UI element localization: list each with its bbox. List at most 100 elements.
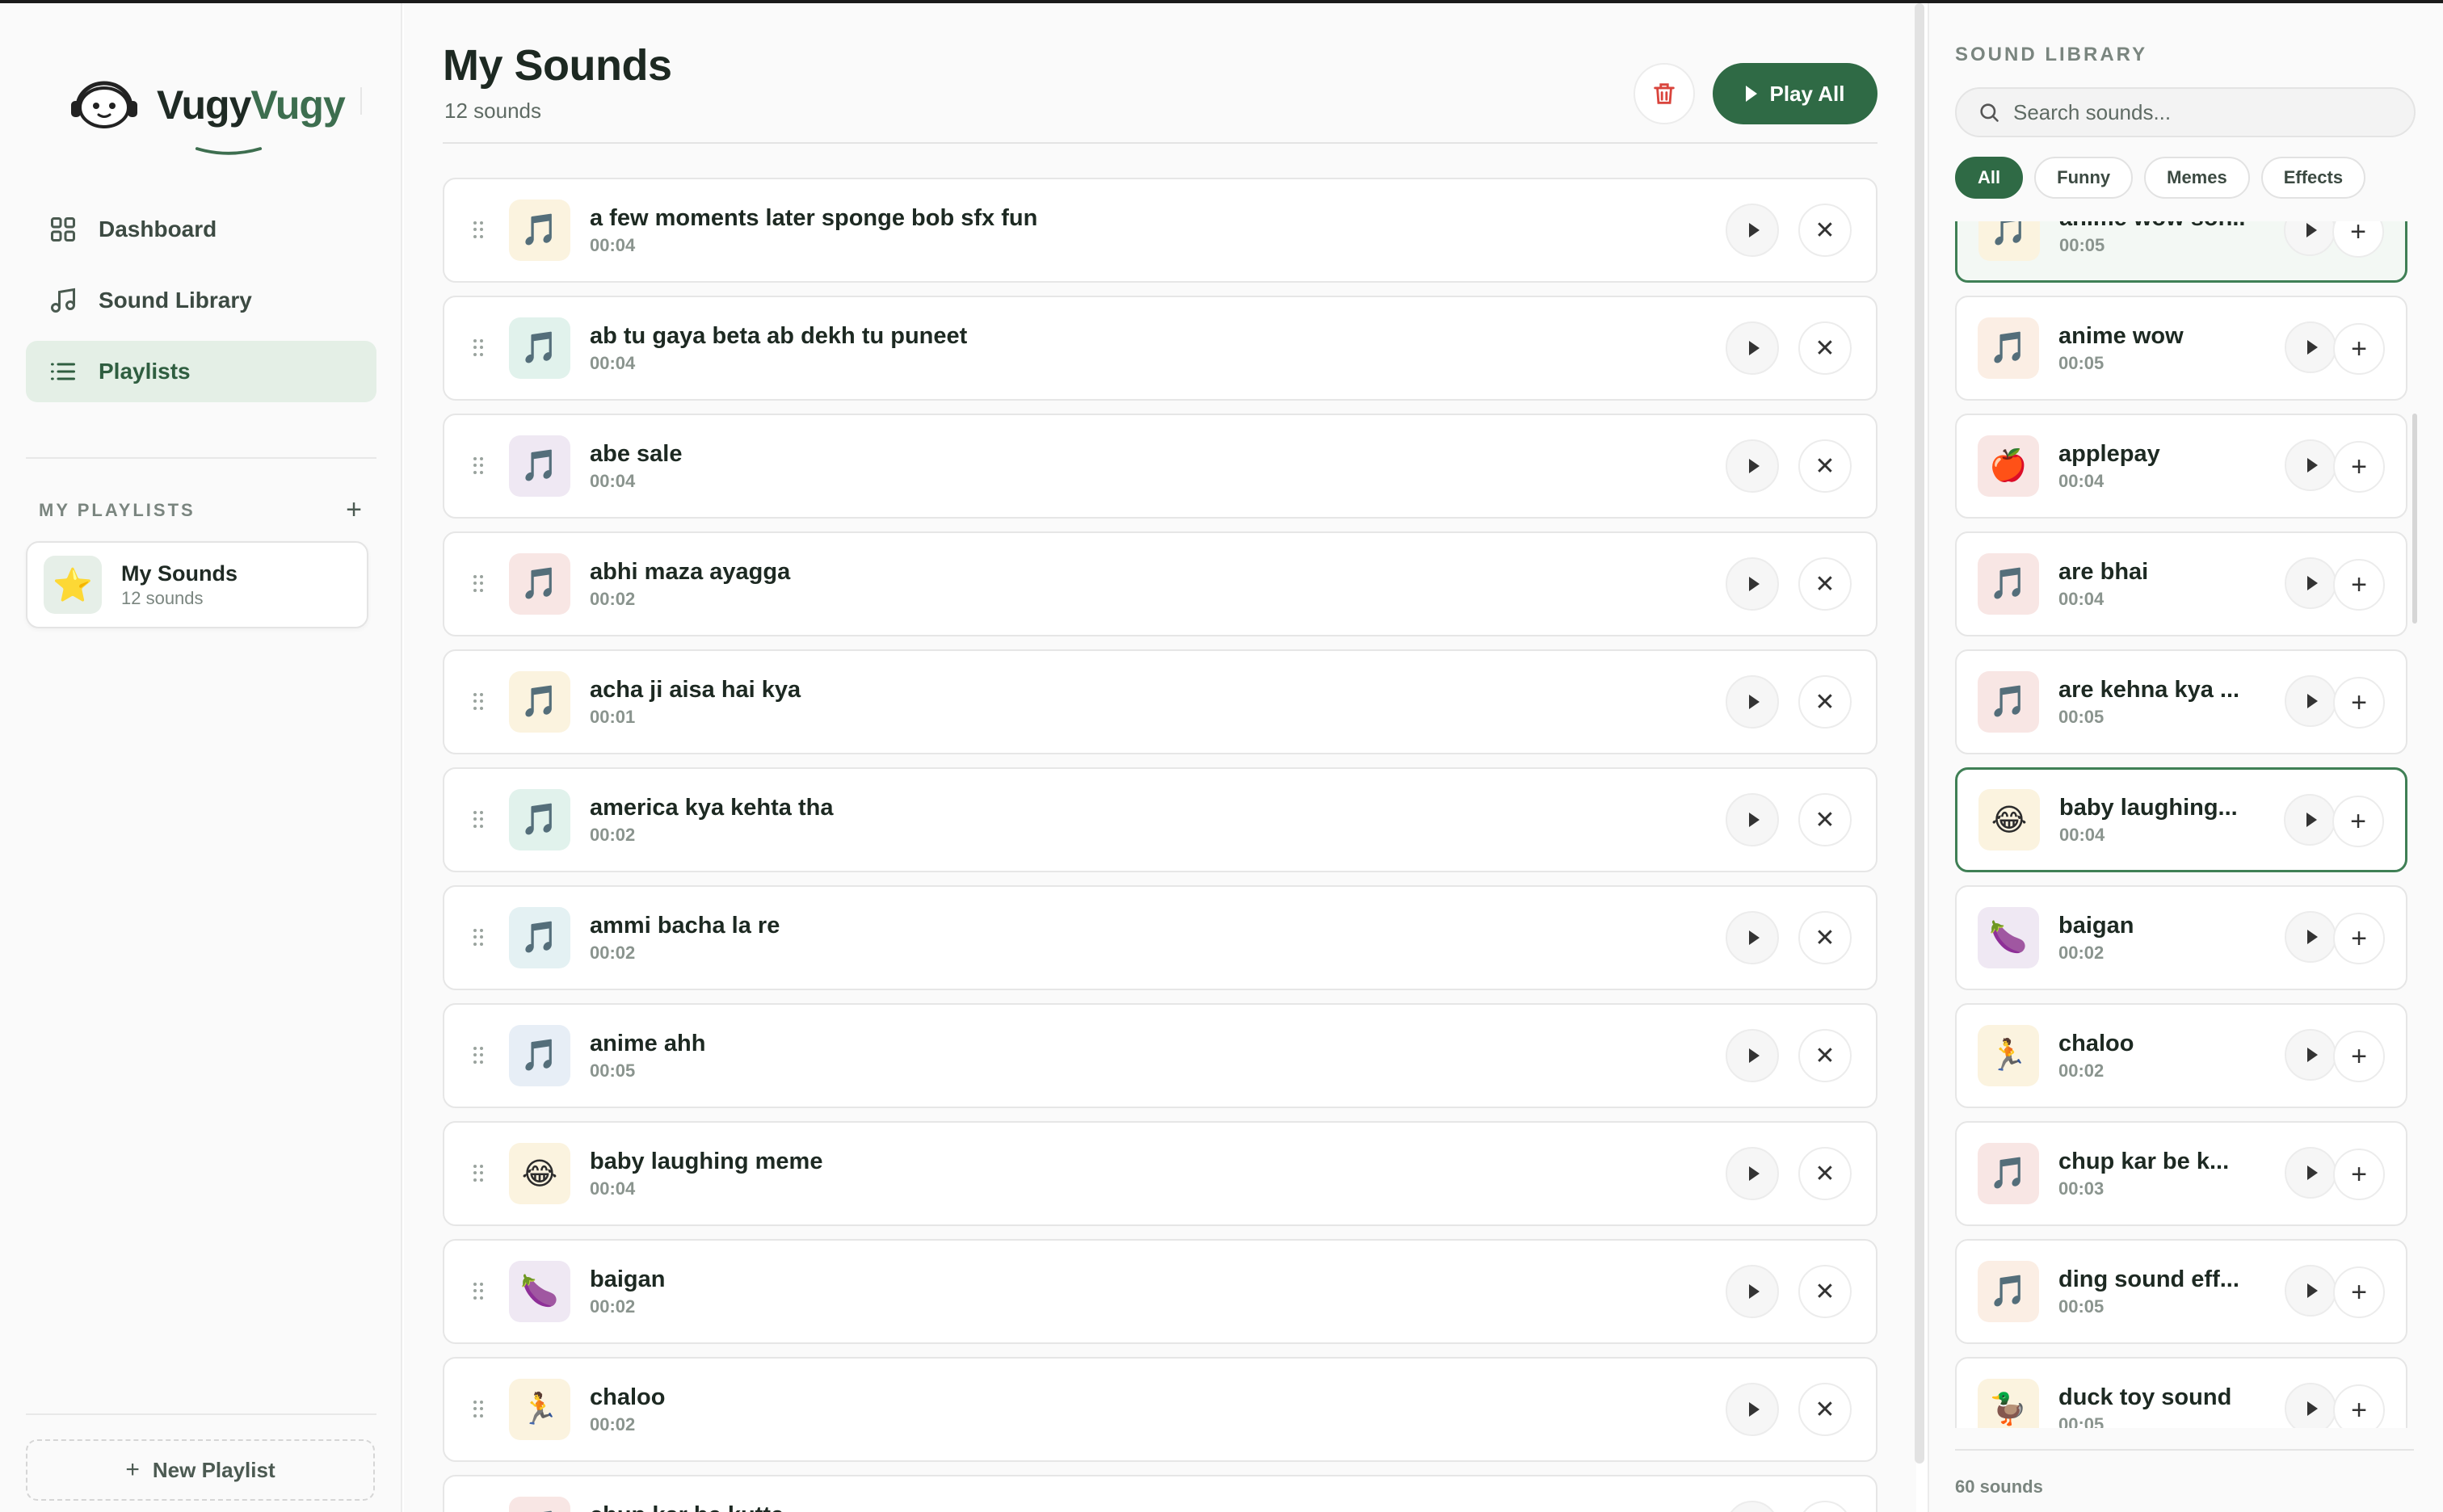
- app-logo[interactable]: VugyVugy: [69, 73, 346, 155]
- sound-text: applepay 00:04: [2058, 441, 2244, 492]
- remove-sound-button[interactable]: ✕: [1798, 793, 1852, 846]
- filter-chip-all[interactable]: All: [1955, 157, 2024, 199]
- nav-item-sound-library[interactable]: Sound Library: [26, 270, 376, 331]
- drag-handle-icon[interactable]: [473, 929, 483, 947]
- library-sound-card: 🍆 baigan 00:02 +: [1955, 885, 2407, 990]
- play-icon: [2306, 694, 2318, 708]
- playlist-row: 🎵 abe sale 00:04 ✕: [443, 414, 1877, 519]
- drag-handle-icon[interactable]: [473, 1283, 483, 1300]
- add-to-playlist-button[interactable]: +: [2333, 1384, 2385, 1428]
- remove-sound-button[interactable]: ✕: [1798, 1147, 1852, 1200]
- sound-icon: 🎵: [1978, 671, 2039, 733]
- play-sound-button[interactable]: [1726, 1383, 1779, 1436]
- remove-sound-button[interactable]: ✕: [1798, 557, 1852, 611]
- list-icon: [51, 363, 75, 380]
- play-sound-button[interactable]: [1726, 911, 1779, 964]
- sidebar-bottom-divider: [26, 1413, 376, 1415]
- remove-sound-button[interactable]: ✕: [1798, 439, 1852, 493]
- play-sound-button[interactable]: [1726, 321, 1779, 375]
- sound-name: applepay: [2058, 440, 2160, 467]
- play-sound-button[interactable]: [2284, 221, 2336, 256]
- nav-item-dashboard[interactable]: Dashboard: [26, 199, 376, 260]
- drag-handle-icon[interactable]: [473, 457, 483, 475]
- remove-sound-button[interactable]: ✕: [1798, 675, 1852, 729]
- play-sound-button[interactable]: [1726, 204, 1779, 257]
- sound-name: anime wow son...: [2059, 221, 2245, 232]
- delete-playlist-button[interactable]: [1634, 63, 1695, 124]
- add-to-playlist-button[interactable]: +: [2333, 677, 2385, 729]
- wordmark-part2: Vugy: [250, 82, 345, 128]
- sound-icon: 🦆: [1978, 1379, 2039, 1428]
- add-to-playlist-button[interactable]: +: [2333, 559, 2385, 611]
- play-sound-button[interactable]: [2285, 1147, 2336, 1199]
- new-playlist-button[interactable]: + New Playlist: [26, 1439, 375, 1501]
- play-sound-button[interactable]: [2284, 794, 2336, 846]
- play-sound-button[interactable]: [2285, 1265, 2336, 1317]
- remove-sound-button[interactable]: ✕: [1798, 321, 1852, 375]
- add-to-playlist-button[interactable]: +: [2333, 1031, 2385, 1082]
- sound-text: chup kar be kutte00:03: [590, 1502, 784, 1512]
- play-sound-button[interactable]: [2285, 1029, 2336, 1081]
- sound-name: ammi bacha la re: [590, 912, 780, 939]
- main-scrollbar[interactable]: [1915, 3, 1924, 1464]
- play-sound-button[interactable]: [2285, 321, 2336, 373]
- remove-sound-button[interactable]: ✕: [1798, 1029, 1852, 1082]
- play-sound-button[interactable]: [2285, 1383, 2336, 1428]
- sound-text: duck toy sound 00:05: [2058, 1384, 2244, 1429]
- add-to-playlist-button[interactable]: +: [2332, 796, 2384, 847]
- sound-duration: 00:04: [590, 470, 636, 491]
- play-sound-button[interactable]: [1726, 1501, 1779, 1512]
- library-search[interactable]: [1955, 87, 2416, 137]
- play-sound-button[interactable]: [1726, 675, 1779, 729]
- remove-sound-button[interactable]: ✕: [1798, 1501, 1852, 1512]
- search-input[interactable]: [2013, 99, 2401, 125]
- sound-duration: 00:02: [590, 1413, 636, 1434]
- sound-text: baby laughing... 00:04: [2059, 795, 2245, 846]
- play-sound-button[interactable]: [2285, 557, 2336, 609]
- filter-chip-funny[interactable]: Funny: [2034, 157, 2134, 199]
- logo-divider: [360, 87, 362, 115]
- play-sound-button[interactable]: [1726, 1265, 1779, 1318]
- add-to-playlist-button[interactable]: +: [2332, 221, 2384, 258]
- nav-item-label: Playlists: [99, 359, 191, 384]
- play-sound-button[interactable]: [2285, 675, 2336, 727]
- play-sound-button[interactable]: [1726, 439, 1779, 493]
- add-to-playlist-button[interactable]: +: [2333, 323, 2385, 375]
- drag-handle-icon[interactable]: [473, 339, 483, 357]
- play-sound-button[interactable]: [1726, 557, 1779, 611]
- add-to-playlist-button[interactable]: +: [2333, 1149, 2385, 1200]
- add-to-playlist-button[interactable]: +: [2333, 913, 2385, 964]
- play-sound-button[interactable]: [2285, 439, 2336, 491]
- sound-name: baby laughing...: [2059, 794, 2238, 821]
- sound-icon: 🎵: [509, 553, 570, 615]
- sidebar-nav: Dashboard Sound Library Playlists: [26, 199, 376, 412]
- drag-handle-icon[interactable]: [473, 221, 483, 239]
- play-sound-button[interactable]: [1726, 1029, 1779, 1082]
- drag-handle-icon[interactable]: [473, 811, 483, 829]
- sound-text: a few moments later sponge bob sfx fun 00…: [590, 205, 1037, 256]
- add-playlist-icon[interactable]: +: [346, 494, 362, 526]
- library-scrollbar[interactable]: [2412, 414, 2417, 624]
- remove-sound-button[interactable]: ✕: [1798, 1383, 1852, 1436]
- drag-handle-icon[interactable]: [473, 575, 483, 593]
- drag-handle-icon[interactable]: [473, 1165, 483, 1182]
- drag-handle-icon[interactable]: [473, 1047, 483, 1065]
- sound-icon: 🎵: [1978, 1261, 2039, 1322]
- play-sound-button[interactable]: [1726, 793, 1779, 846]
- playlist-card-my-sounds[interactable]: ⭐ My Sounds 12 sounds: [26, 541, 368, 628]
- remove-sound-button[interactable]: ✕: [1798, 911, 1852, 964]
- filter-chip-memes[interactable]: Memes: [2144, 157, 2250, 199]
- drag-handle-icon[interactable]: [473, 1401, 483, 1418]
- play-all-button[interactable]: Play All: [1713, 63, 1877, 124]
- drag-handle-icon[interactable]: [473, 693, 483, 711]
- remove-sound-button[interactable]: ✕: [1798, 1265, 1852, 1318]
- sound-duration: 00:03: [2058, 1178, 2105, 1199]
- play-sound-button[interactable]: [1726, 1147, 1779, 1200]
- play-sound-button[interactable]: [2285, 911, 2336, 963]
- filter-chip-effects[interactable]: Effects: [2260, 157, 2366, 199]
- add-to-playlist-button[interactable]: +: [2333, 441, 2385, 493]
- remove-sound-button[interactable]: ✕: [1798, 204, 1852, 257]
- add-to-playlist-button[interactable]: +: [2333, 1266, 2385, 1318]
- nav-item-playlists[interactable]: Playlists: [26, 341, 376, 402]
- play-all-label: Play All: [1769, 81, 1845, 106]
